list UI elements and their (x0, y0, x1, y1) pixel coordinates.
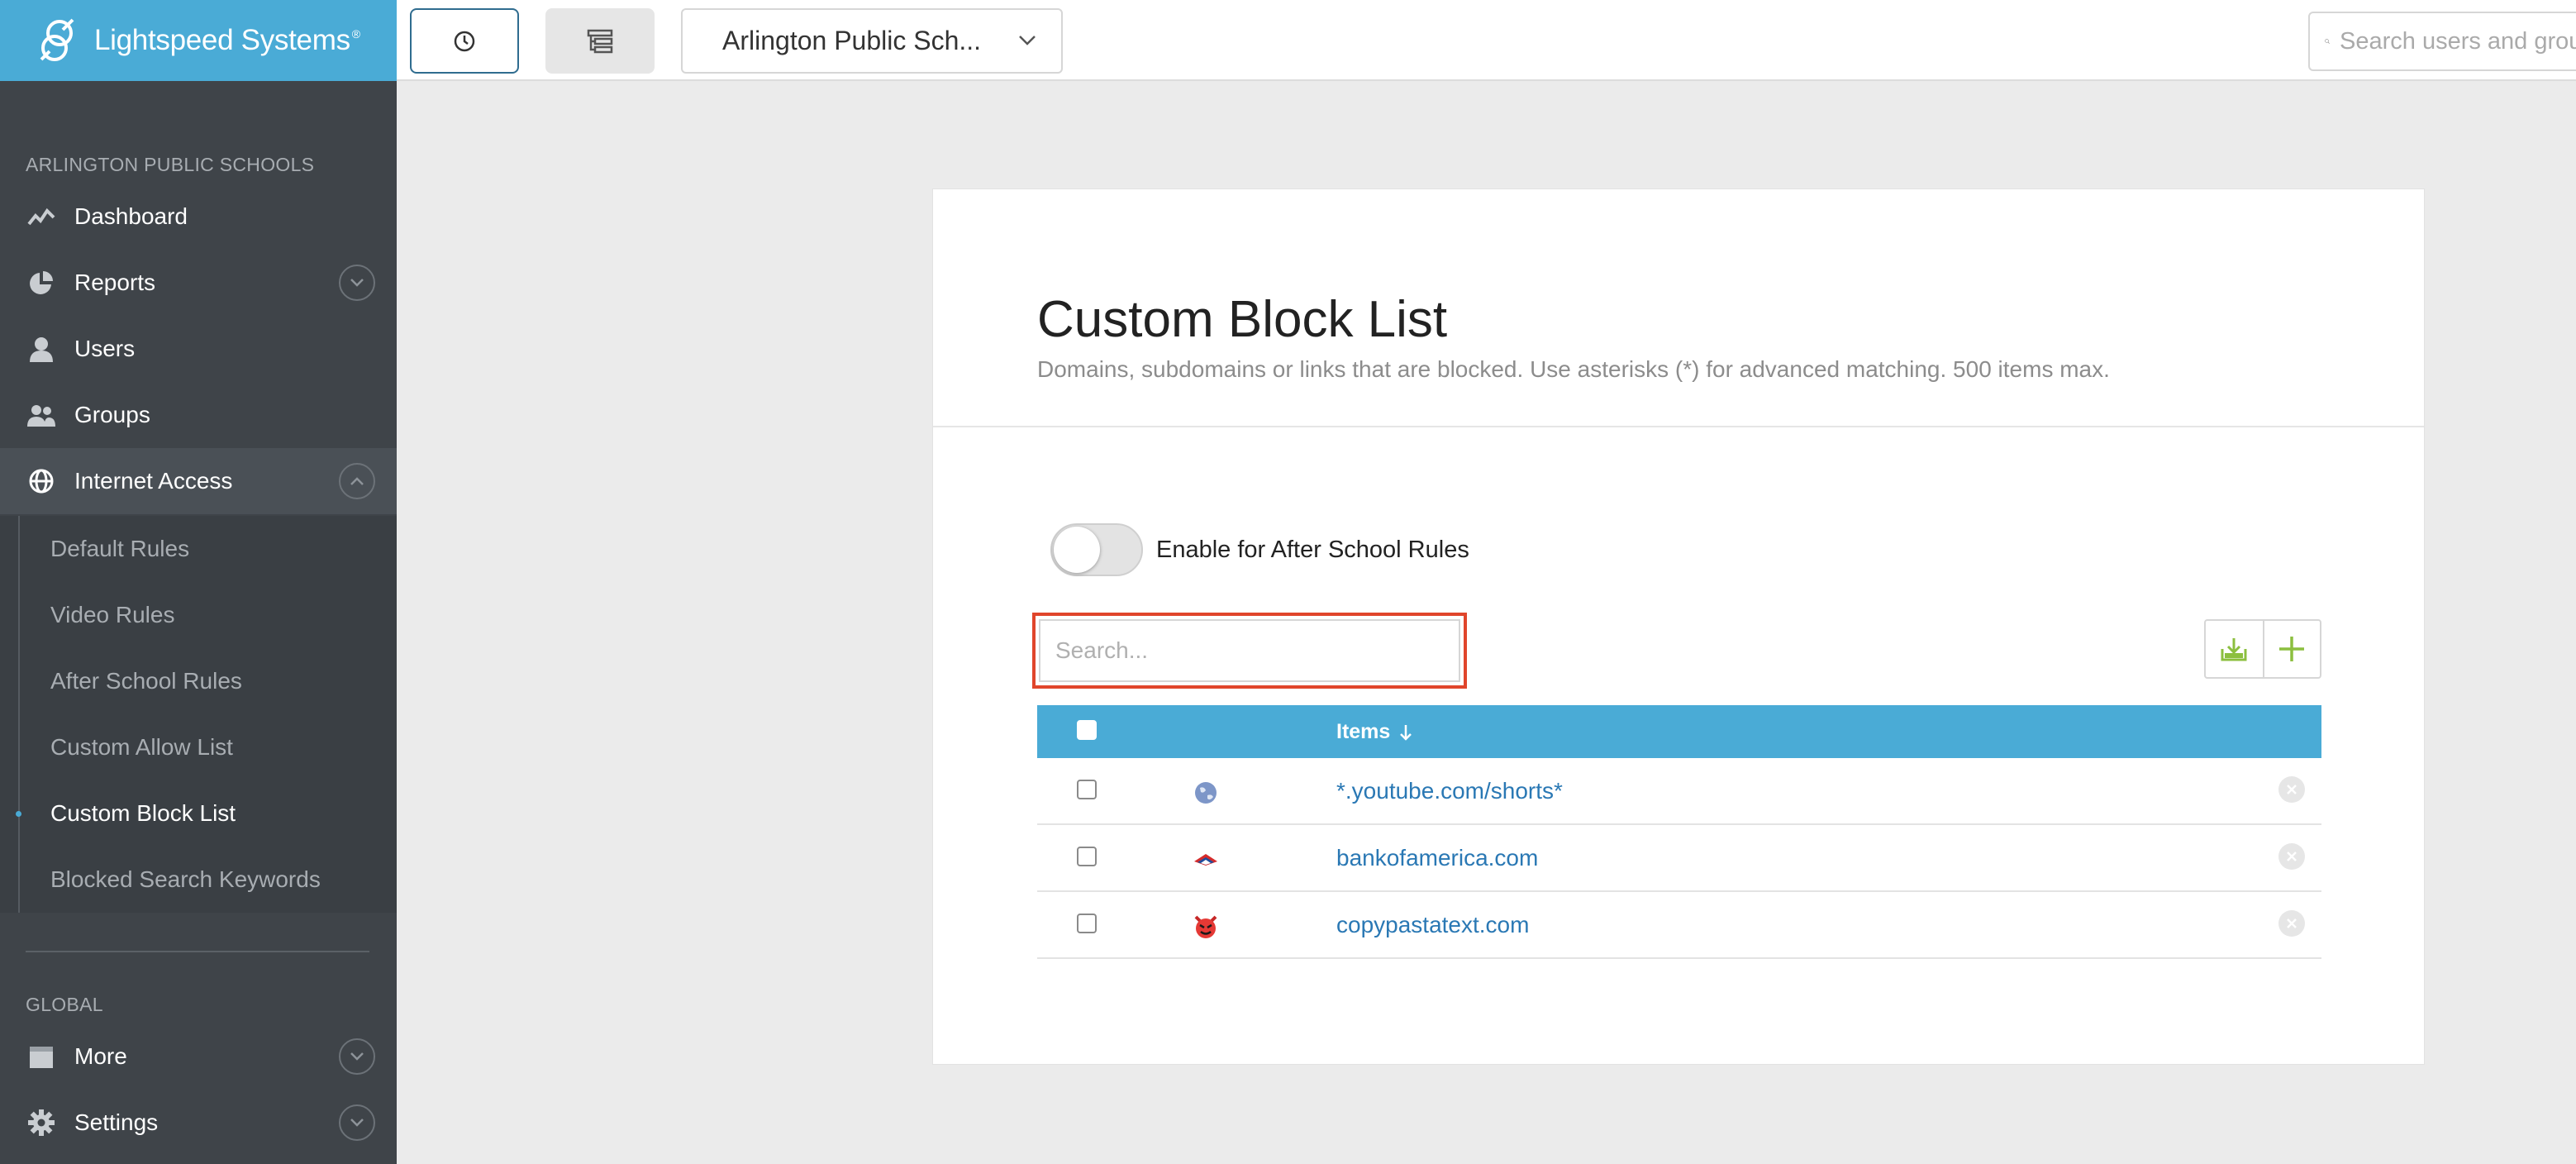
sidebar-divider (26, 951, 369, 952)
remove-item-icon[interactable] (2278, 843, 2305, 870)
sidebar-item-dashboard[interactable]: Dashboard (0, 184, 397, 250)
brand-header[interactable]: Lightspeed Systems ® (0, 0, 397, 81)
items-column-header[interactable]: Items (1336, 720, 1413, 744)
sidebar-item-more[interactable]: More (0, 1023, 397, 1090)
remove-item-icon[interactable] (2278, 910, 2305, 937)
page-subtitle: Domains, subdomains or links that are bl… (1037, 356, 2110, 382)
users-icon (26, 400, 56, 430)
item-link[interactable]: bankofamerica.com (1336, 845, 1538, 871)
chevron-down-icon (1019, 36, 1036, 45)
add-item-button[interactable] (2262, 621, 2320, 677)
sidebar-item-custom-allow-list[interactable]: Custom Allow List (0, 714, 397, 780)
chevron-down-icon[interactable] (339, 1104, 375, 1141)
tree-view-button[interactable] (545, 8, 655, 74)
sidebar-item-blocked-search-keywords[interactable]: Blocked Search Keywords (0, 847, 397, 913)
list-search-input[interactable] (1055, 637, 1459, 664)
pie-chart-icon (26, 268, 56, 298)
global-search-input[interactable] (2340, 27, 2576, 55)
list-tree-icon (587, 29, 613, 53)
row-checkbox[interactable] (1077, 847, 1097, 866)
sidebar-item-video-rules[interactable]: Video Rules (0, 582, 397, 648)
sidebar-item-label: Reports (74, 270, 156, 295)
sidebar-item-groups[interactable]: Groups (0, 382, 397, 448)
row-checkbox[interactable] (1077, 914, 1097, 933)
active-indicator (16, 811, 21, 817)
gear-icon (26, 1108, 56, 1138)
card-header: Custom Block List Domains, subdomains or… (933, 189, 2424, 427)
block-list-table: Items *.youtube.com/shorts* bankofameric… (1037, 705, 2321, 959)
table-row: *.youtube.com/shorts* (1037, 758, 2321, 825)
arrow-down-icon (1400, 724, 1412, 741)
global-search[interactable] (2308, 12, 2576, 71)
sidebar-item-custom-block-list[interactable]: Custom Block List (0, 780, 397, 847)
row-checkbox[interactable] (1077, 780, 1097, 799)
select-all-checkbox[interactable] (1077, 720, 1097, 740)
sidebar-item-label: Custom Block List (50, 800, 236, 826)
custom-block-list-card: Custom Block List Domains, subdomains or… (932, 188, 2425, 1065)
chevron-down-icon[interactable] (339, 1038, 375, 1075)
global-section-label: GLOBAL (26, 994, 103, 1015)
devil-favicon-icon (1193, 914, 1219, 940)
history-button[interactable] (410, 8, 519, 74)
sidebar-item-users[interactable]: Users (0, 316, 397, 382)
organization-select[interactable]: Arlington Public Sch... (681, 8, 1063, 74)
top-bar: Arlington Public Sch... (397, 0, 2576, 81)
sidebar: Lightspeed Systems ® ARLINGTON PUBLIC SCH… (0, 0, 397, 1164)
bank-favicon-icon (1193, 847, 1219, 873)
chevron-up-icon[interactable] (339, 463, 375, 499)
sidebar-item-after-school-rules[interactable]: After School Rules (0, 648, 397, 714)
item-link[interactable]: *.youtube.com/shorts* (1336, 778, 1563, 804)
organization-select-value: Arlington Public Sch... (722, 26, 982, 55)
download-tray-icon (2221, 638, 2247, 661)
after-school-toggle[interactable] (1050, 523, 1143, 576)
globe-favicon-icon (1193, 780, 1219, 806)
table-row: copypastatext.com (1037, 892, 2321, 959)
import-button[interactable] (2206, 621, 2263, 677)
table-row: bankofamerica.com (1037, 825, 2321, 892)
item-link[interactable]: copypastatext.com (1336, 912, 1529, 938)
sidebar-item-settings[interactable]: Settings (0, 1090, 397, 1156)
sidebar-item-default-rules[interactable]: Default Rules (0, 516, 397, 582)
toggle-knob (1054, 527, 1100, 573)
brand-name: Lightspeed Systems ® (94, 24, 360, 56)
sidebar-item-label: More (74, 1043, 127, 1069)
org-section-label: ARLINGTON PUBLIC SCHOOLS (26, 154, 315, 175)
search-icon (2325, 39, 2330, 44)
sidebar-item-label: Users (74, 336, 136, 361)
list-actions (2204, 619, 2321, 679)
table-header: Items (1037, 705, 2321, 758)
lightspeed-logo-icon (40, 18, 74, 61)
after-school-toggle-label: Enable for After School Rules (1156, 537, 1469, 563)
globe-icon (26, 466, 56, 496)
sidebar-item-label: Groups (74, 402, 150, 427)
clock-icon (454, 31, 475, 51)
activity-icon (26, 202, 56, 231)
search-highlight-box (1032, 613, 1467, 689)
sidebar-item-label: Settings (74, 1109, 159, 1135)
remove-item-icon[interactable] (2278, 776, 2305, 803)
sidebar-item-reports[interactable]: Reports (0, 250, 397, 316)
plus-icon (2279, 637, 2305, 661)
chevron-down-icon[interactable] (339, 265, 375, 301)
list-search-box[interactable] (1039, 619, 1460, 682)
sidebar-item-label: Dashboard (74, 203, 188, 229)
user-icon (26, 334, 56, 364)
sidebar-item-internet-access[interactable]: Internet Access (0, 448, 397, 514)
page-title: Custom Block List (1037, 291, 1448, 348)
sidebar-item-label: Internet Access (74, 468, 233, 494)
internet-access-subnav: Default Rules Video Rules After School R… (0, 516, 397, 913)
calendar-icon (26, 1042, 56, 1071)
